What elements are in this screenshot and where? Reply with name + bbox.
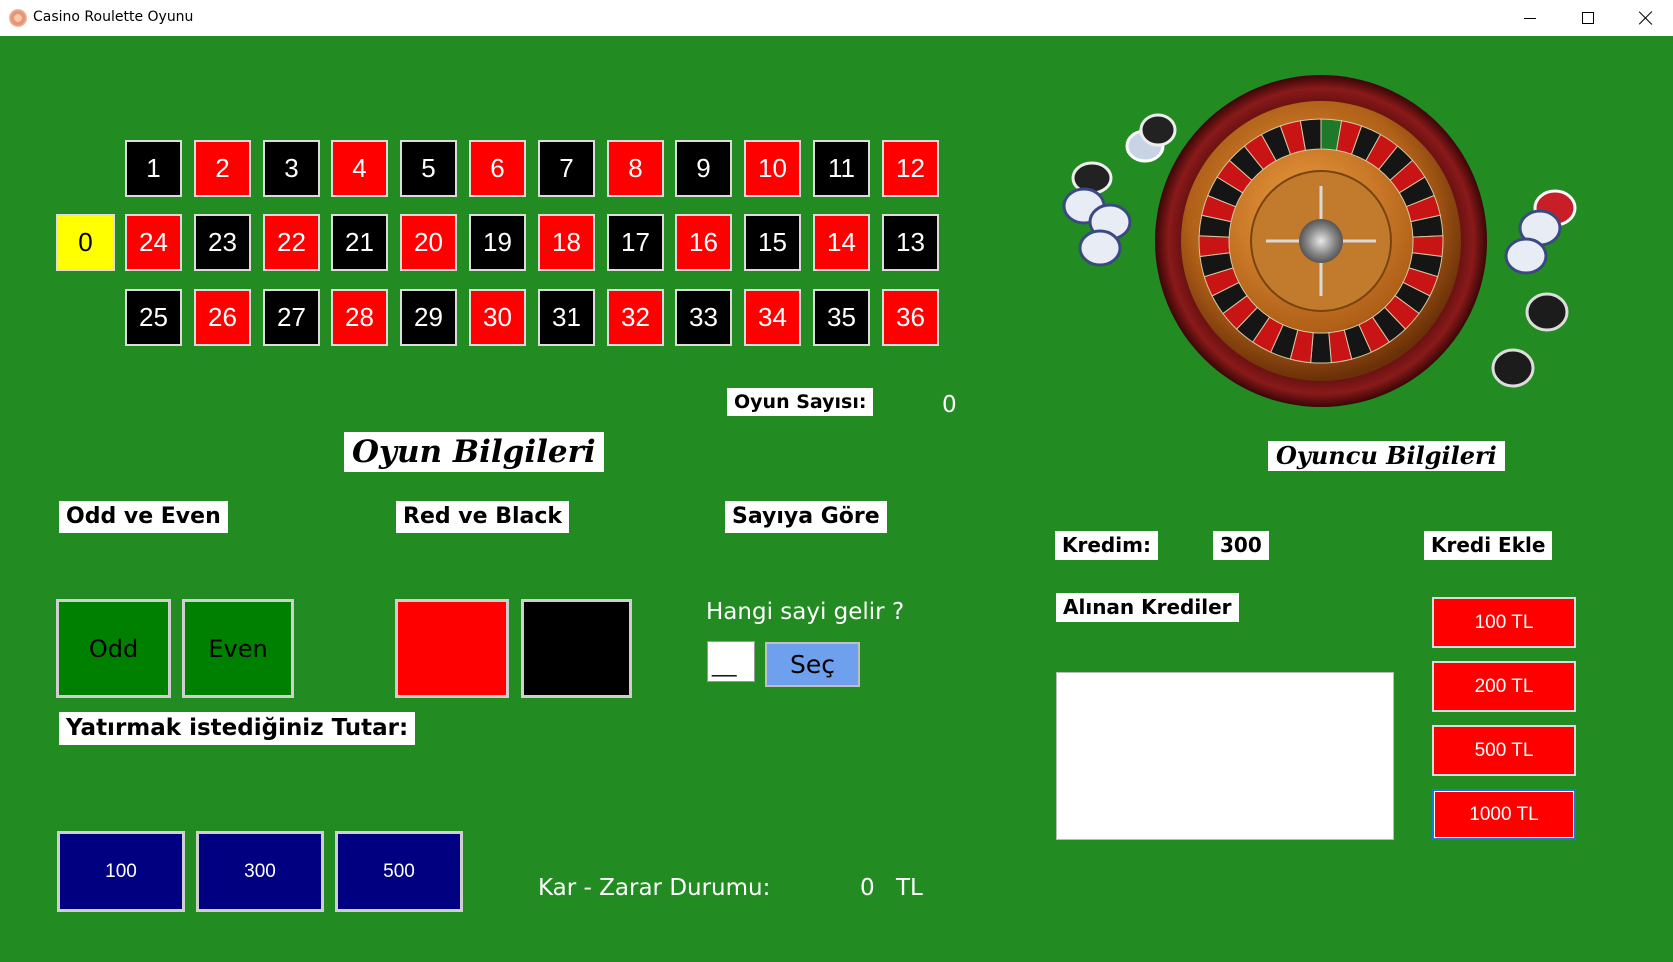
game-count-value: 0 bbox=[942, 392, 957, 418]
number-cell-13[interactable]: 13 bbox=[882, 214, 939, 271]
chips-right bbox=[1491, 189, 1577, 388]
profit-label: Kar - Zarar Durumu: bbox=[538, 875, 771, 901]
credit-label: Kredim: bbox=[1055, 531, 1158, 560]
number-cell-35[interactable]: 35 bbox=[813, 289, 870, 346]
number-cell-32[interactable]: 32 bbox=[607, 289, 664, 346]
add-1000-tl-button[interactable]: 1000 TL bbox=[1432, 789, 1576, 840]
number-cell-30[interactable]: 30 bbox=[469, 289, 526, 346]
number-cell-5[interactable]: 5 bbox=[400, 140, 457, 197]
number-cell-8[interactable]: 8 bbox=[607, 140, 664, 197]
number-input[interactable]: __ bbox=[707, 641, 755, 682]
minimize-button[interactable] bbox=[1501, 0, 1559, 36]
game-count-label: Oyun Sayısı: bbox=[727, 388, 874, 416]
add-200-tl-button[interactable]: 200 TL bbox=[1432, 661, 1576, 712]
bet-amount-label: Yatırmak istediğiniz Tutar: bbox=[59, 712, 416, 745]
number-cell-27[interactable]: 27 bbox=[263, 289, 320, 346]
number-question: Hangi sayi gelir ? bbox=[706, 599, 905, 625]
number-cell-10[interactable]: 10 bbox=[744, 140, 801, 197]
roulette-table: 1 2 3 4 5 6 7 8 9 10 11 12 24 23 22 21 20 19 18 17 16 15 14 13 2… bbox=[0, 36, 1673, 962]
black-button[interactable] bbox=[521, 599, 632, 698]
number-cell-0[interactable]: 0 bbox=[56, 214, 115, 271]
title-bar: Casino Roulette Oyunu bbox=[0, 0, 1673, 36]
number-bet-label: Sayıya Göre bbox=[725, 501, 887, 533]
number-cell-16[interactable]: 16 bbox=[675, 214, 732, 271]
red-button[interactable] bbox=[395, 599, 509, 698]
app-icon bbox=[9, 9, 27, 27]
add-100-tl-button[interactable]: 100 TL bbox=[1432, 597, 1576, 648]
number-cell-25[interactable]: 25 bbox=[125, 289, 182, 346]
maximize-button[interactable] bbox=[1559, 0, 1617, 36]
number-cell-23[interactable]: 23 bbox=[194, 214, 251, 271]
close-icon bbox=[1639, 11, 1653, 25]
bet-300-button[interactable]: 300 bbox=[196, 831, 324, 912]
number-cell-2[interactable]: 2 bbox=[194, 140, 251, 197]
bet-500-button[interactable]: 500 bbox=[335, 831, 463, 912]
add-credit-label: Kredi Ekle bbox=[1424, 531, 1553, 560]
received-credits-label: Alınan Krediler bbox=[1056, 593, 1239, 622]
number-cell-22[interactable]: 22 bbox=[263, 214, 320, 271]
red-black-label: Red ve Black bbox=[396, 501, 570, 533]
select-button[interactable]: Seç bbox=[765, 642, 860, 687]
number-cell-18[interactable]: 18 bbox=[538, 214, 595, 271]
minimize-icon bbox=[1524, 17, 1536, 19]
roulette-wheel-image bbox=[1062, 75, 1577, 407]
number-cell-24[interactable]: 24 bbox=[125, 214, 182, 271]
number-cell-7[interactable]: 7 bbox=[538, 140, 595, 197]
number-cell-29[interactable]: 29 bbox=[400, 289, 457, 346]
number-cell-36[interactable]: 36 bbox=[882, 289, 939, 346]
number-cell-21[interactable]: 21 bbox=[331, 214, 388, 271]
add-500-tl-button[interactable]: 500 TL bbox=[1432, 725, 1576, 776]
bet-100-button[interactable]: 100 bbox=[57, 831, 185, 912]
number-cell-19[interactable]: 19 bbox=[469, 214, 526, 271]
maximize-icon bbox=[1582, 12, 1594, 24]
credit-value: 300 bbox=[1213, 531, 1269, 560]
number-cell-14[interactable]: 14 bbox=[813, 214, 870, 271]
odd-button[interactable]: Odd bbox=[56, 599, 171, 698]
profit-currency: TL bbox=[896, 875, 923, 901]
number-cell-34[interactable]: 34 bbox=[744, 289, 801, 346]
even-button[interactable]: Even bbox=[182, 599, 294, 698]
number-cell-15[interactable]: 15 bbox=[744, 214, 801, 271]
received-credits-list[interactable] bbox=[1056, 672, 1394, 840]
number-cell-31[interactable]: 31 bbox=[538, 289, 595, 346]
number-cell-11[interactable]: 11 bbox=[813, 140, 870, 197]
game-info-title: Oyun Bilgileri bbox=[344, 432, 604, 472]
number-cell-12[interactable]: 12 bbox=[882, 140, 939, 197]
wheel-hub bbox=[1299, 219, 1343, 263]
number-cell-4[interactable]: 4 bbox=[331, 140, 388, 197]
profit-value: 0 bbox=[860, 875, 875, 901]
player-info-title: Oyuncu Bilgileri bbox=[1268, 441, 1505, 471]
number-cell-20[interactable]: 20 bbox=[400, 214, 457, 271]
window-title: Casino Roulette Oyunu bbox=[33, 9, 194, 25]
number-cell-6[interactable]: 6 bbox=[469, 140, 526, 197]
number-cell-33[interactable]: 33 bbox=[675, 289, 732, 346]
odd-even-label: Odd ve Even bbox=[59, 501, 228, 533]
close-button[interactable] bbox=[1617, 0, 1673, 36]
number-cell-26[interactable]: 26 bbox=[194, 289, 251, 346]
number-cell-17[interactable]: 17 bbox=[607, 214, 664, 271]
number-cell-28[interactable]: 28 bbox=[331, 289, 388, 346]
number-cell-3[interactable]: 3 bbox=[263, 140, 320, 197]
number-cell-1[interactable]: 1 bbox=[125, 140, 182, 197]
number-cell-9[interactable]: 9 bbox=[675, 140, 732, 197]
